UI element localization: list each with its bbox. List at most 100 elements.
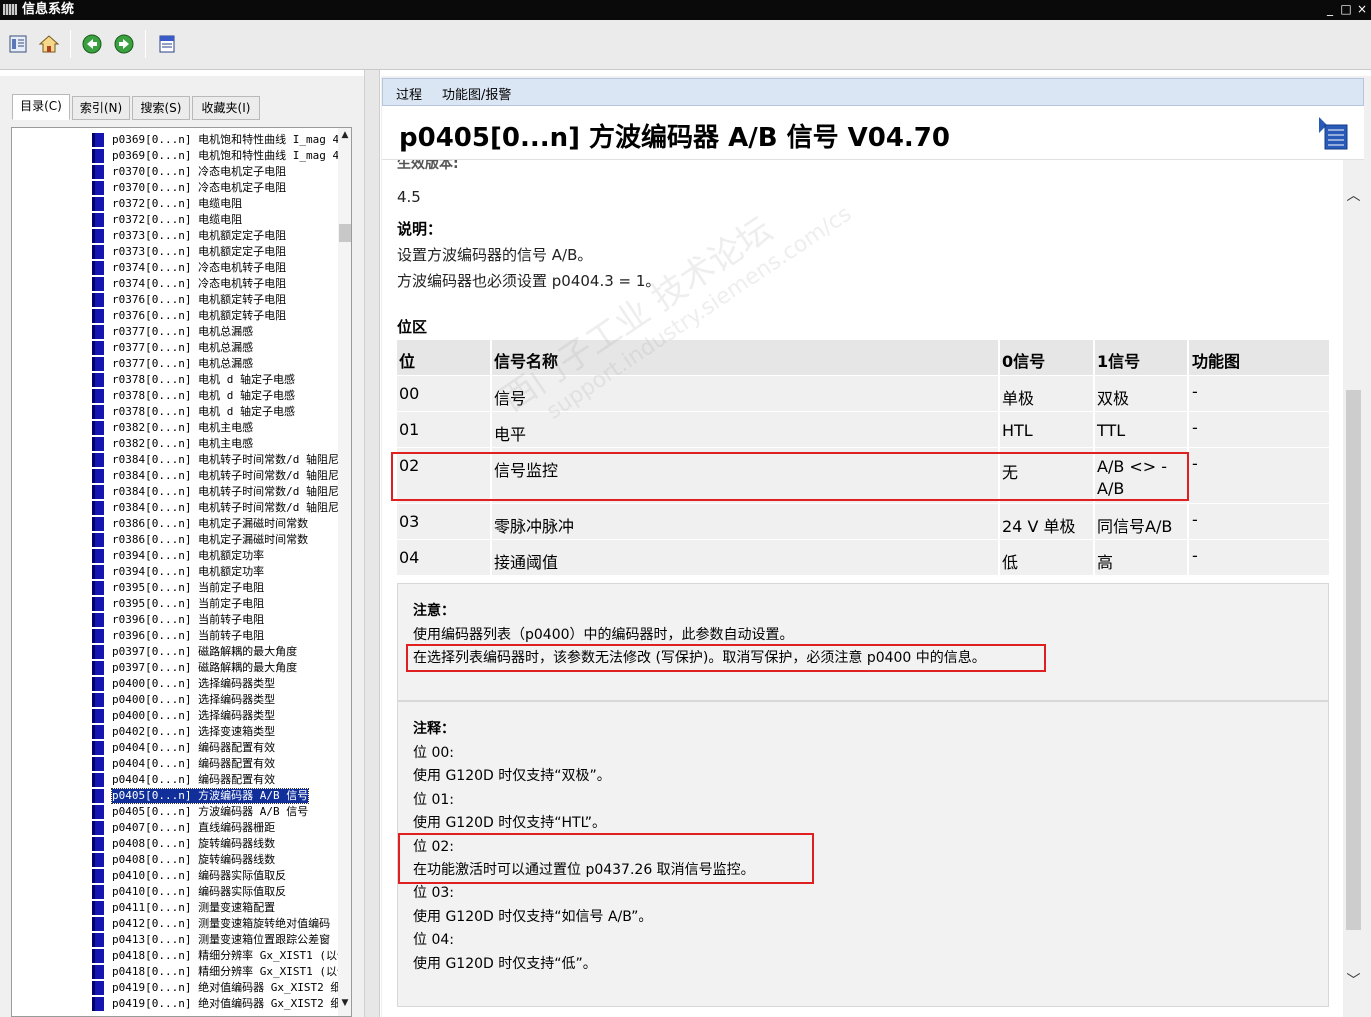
- tree-item[interactable]: r0386[0...n] 电机定子漏磁时间常数: [92, 516, 338, 532]
- tree-item[interactable]: r0377[0...n] 电机总漏感: [92, 356, 338, 372]
- tab-index[interactable]: 索引(N): [72, 96, 130, 120]
- tree-item[interactable]: p0369[0...n] 电机饱和特性曲线 I_mag 4: [92, 148, 338, 164]
- tree-item[interactable]: r0378[0...n] 电机 d 轴定子电感: [92, 404, 338, 420]
- tree-item[interactable]: r0377[0...n] 电机总漏感: [92, 340, 338, 356]
- back-icon[interactable]: [80, 32, 102, 54]
- tree-item[interactable]: p0410[0...n] 编码器实际值取反: [92, 884, 338, 900]
- tree-item[interactable]: p0400[0...n] 选择编码器类型: [92, 708, 338, 724]
- scroll-up-icon[interactable]: ▲: [338, 128, 351, 142]
- contents-icon[interactable]: [6, 32, 28, 54]
- tree-item-label: p0400[0...n] 选择编码器类型: [112, 709, 276, 722]
- content-scrollbar[interactable]: ︿ ﹀: [1343, 160, 1364, 1017]
- tab-favorites[interactable]: 收藏夹(I): [192, 96, 260, 120]
- topic-page-icon: [92, 357, 104, 371]
- tree-item[interactable]: p0418[0...n] 精细分辨率 Gx_XIST1 (以位: [92, 964, 338, 980]
- tree-item[interactable]: r0395[0...n] 当前定子电阻: [92, 580, 338, 596]
- tree-item[interactable]: p0400[0...n] 选择编码器类型: [92, 676, 338, 692]
- tree-item[interactable]: p0412[0...n] 测量变速箱旋转绝对值编码: [92, 916, 338, 932]
- tree-item-label: r0378[0...n] 电机 d 轴定子电感: [112, 373, 295, 386]
- topic-page-icon: [92, 341, 104, 355]
- tree-item[interactable]: p0397[0...n] 磁路解耦的最大角度: [92, 660, 338, 676]
- breadcrumb-process-link[interactable]: 过程: [396, 84, 422, 103]
- forward-icon[interactable]: [112, 32, 134, 54]
- tree-item[interactable]: r0384[0...n] 电机转子时间常数/d 轴阻尼: [92, 484, 338, 500]
- column-header-bit: 位: [399, 352, 416, 371]
- tree-item[interactable]: p0404[0...n] 编码器配置有效: [92, 756, 338, 772]
- tree-item-label: p0404[0...n] 编码器配置有效: [112, 741, 276, 754]
- tree-item[interactable]: p0369[0...n] 电机饱和特性曲线 I_mag 4: [92, 132, 338, 148]
- tree-item[interactable]: r0395[0...n] 当前定子电阻: [92, 596, 338, 612]
- tree-item[interactable]: r0372[0...n] 电缆电阻: [92, 212, 338, 228]
- tree-item[interactable]: p0418[0...n] 精细分辨率 Gx_XIST1 (以位: [92, 948, 338, 964]
- tree-item[interactable]: p0402[0...n] 选择变速箱类型: [92, 724, 338, 740]
- cell-bit: 04: [399, 548, 420, 567]
- tree-item[interactable]: r0394[0...n] 电机额定功率: [92, 564, 338, 580]
- tree-item[interactable]: r0382[0...n] 电机主电感: [92, 420, 338, 436]
- tree-item[interactable]: r0384[0...n] 电机转子时间常数/d 轴阻尼: [92, 500, 338, 516]
- tree-item[interactable]: r0396[0...n] 当前转子电阻: [92, 628, 338, 644]
- tree-item[interactable]: p0408[0...n] 旋转编码器线数: [92, 836, 338, 852]
- tree-item[interactable]: r0377[0...n] 电机总漏感: [92, 324, 338, 340]
- topic-page-icon: [92, 661, 104, 675]
- tree-item[interactable]: r0386[0...n] 电机定子漏磁时间常数: [92, 532, 338, 548]
- tree-item[interactable]: p0405[0...n] 方波编码器 A/B 信号: [92, 804, 338, 820]
- tree-item[interactable]: r0372[0...n] 电缆电阻: [92, 196, 338, 212]
- tree-item[interactable]: r0376[0...n] 电机额定转子电阻: [92, 292, 338, 308]
- tree-item[interactable]: p0408[0...n] 旋转编码器线数: [92, 852, 338, 868]
- minimize-button[interactable]: _: [1323, 1, 1337, 17]
- tree-item[interactable]: p0405[0...n] 方波编码器 A/B 信号: [92, 788, 338, 804]
- tree-item[interactable]: r0374[0...n] 冷态电机转子电阻: [92, 260, 338, 276]
- pane-splitter[interactable]: [364, 70, 380, 1017]
- tree-item[interactable]: p0410[0...n] 编码器实际值取反: [92, 868, 338, 884]
- scroll-down-icon[interactable]: ﹀: [1343, 970, 1364, 990]
- tree-item[interactable]: p0407[0...n] 直线编码器栅距: [92, 820, 338, 836]
- tree-item[interactable]: p0419[0...n] 绝对值编码器 Gx_XIST2 细: [92, 980, 338, 996]
- scroll-up-icon[interactable]: ︿: [1343, 185, 1364, 205]
- tree-item[interactable]: r0373[0...n] 电机额定定子电阻: [92, 244, 338, 260]
- tree-item[interactable]: r0376[0...n] 电机额定转子电阻: [92, 308, 338, 324]
- tree-item[interactable]: r0396[0...n] 当前转子电阻: [92, 612, 338, 628]
- topic-page-icon: [92, 949, 104, 963]
- close-button[interactable]: ×: [1355, 1, 1369, 17]
- tree-item[interactable]: r0373[0...n] 电机额定定子电阻: [92, 228, 338, 244]
- tree-item[interactable]: p0413[0...n] 测量变速箱位置跟踪公差窗: [92, 932, 338, 948]
- topic-page-icon: [92, 421, 104, 435]
- tree-item-label: r0395[0...n] 当前定子电阻: [112, 597, 265, 610]
- toolbar-separator: [70, 30, 71, 58]
- tree-item[interactable]: r0384[0...n] 电机转子时间常数/d 轴阻尼: [92, 452, 338, 468]
- toc-list-icon[interactable]: [1319, 115, 1349, 151]
- tree-item[interactable]: r0394[0...n] 电机额定功率: [92, 548, 338, 564]
- tree-item[interactable]: p0419[0...n] 绝对值编码器 Gx_XIST2 细: [92, 996, 338, 1012]
- tree-item-label: p0412[0...n] 测量变速箱旋转绝对值编码: [112, 917, 331, 930]
- tab-search[interactable]: 搜索(S): [132, 96, 190, 120]
- scroll-down-icon[interactable]: ▼: [338, 996, 351, 1010]
- scroll-thumb[interactable]: [339, 224, 351, 242]
- tree-item[interactable]: r0374[0...n] 冷态电机转子电阻: [92, 276, 338, 292]
- print-icon[interactable]: [155, 32, 177, 54]
- maximize-button[interactable]: □: [1339, 1, 1353, 17]
- tree-item-label: p0419[0...n] 绝对值编码器 Gx_XIST2 细: [112, 981, 338, 994]
- home-icon[interactable]: [37, 32, 60, 54]
- topic-page-icon: [92, 629, 104, 643]
- tree-scrollbar[interactable]: ▲ ▼: [338, 128, 351, 1016]
- tree-item[interactable]: p0411[0...n] 测量变速箱配置: [92, 900, 338, 916]
- tree-item[interactable]: r0370[0...n] 冷态电机定子电阻: [92, 164, 338, 180]
- tree-item[interactable]: p0397[0...n] 磁路解耦的最大角度: [92, 644, 338, 660]
- tree-item[interactable]: r0378[0...n] 电机 d 轴定子电感: [92, 372, 338, 388]
- tree-item[interactable]: p0404[0...n] 编码器配置有效: [92, 772, 338, 788]
- tree-item[interactable]: r0378[0...n] 电机 d 轴定子电感: [92, 388, 338, 404]
- breadcrumb-function-diagram-link[interactable]: 功能图/报警: [442, 84, 511, 103]
- topic-page-icon: [92, 677, 104, 691]
- tree-item[interactable]: r0382[0...n] 电机主电感: [92, 436, 338, 452]
- tree-item[interactable]: p0400[0...n] 选择编码器类型: [92, 692, 338, 708]
- tree-item[interactable]: r0384[0...n] 电机转子时间常数/d 轴阻尼: [92, 468, 338, 484]
- cell-function-diagram: -: [1192, 510, 1198, 529]
- topic-page-icon: [92, 501, 104, 515]
- tab-contents[interactable]: 目录(C): [12, 94, 70, 120]
- scroll-thumb[interactable]: [1346, 390, 1361, 930]
- topic-page-icon: [92, 517, 104, 531]
- cell-1-signal: TTL: [1097, 421, 1126, 440]
- tree-item[interactable]: p0404[0...n] 编码器配置有效: [92, 740, 338, 756]
- topic-page-icon: [92, 437, 104, 451]
- tree-item[interactable]: r0370[0...n] 冷态电机定子电阻: [92, 180, 338, 196]
